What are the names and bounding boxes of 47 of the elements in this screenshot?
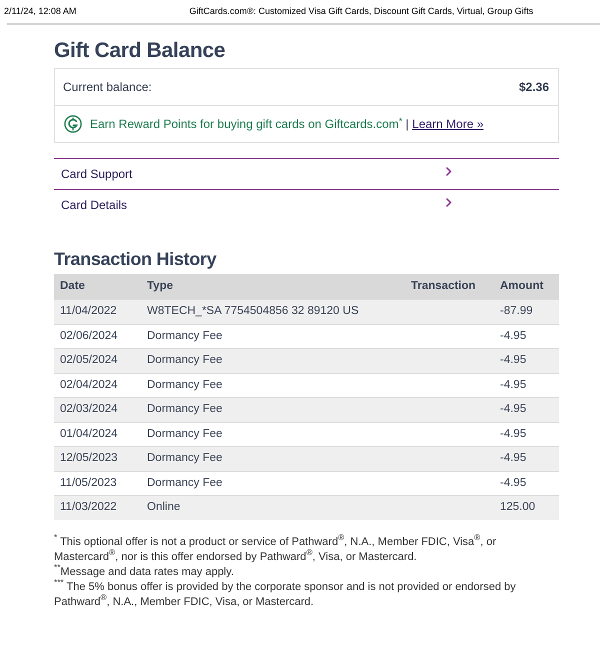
chevron-right-icon: [446, 166, 452, 176]
table-cell-text: -4.95: [500, 328, 526, 344]
table-cell-text: Dormancy Fee: [147, 378, 222, 393]
table-cell-text: 125.00: [500, 500, 536, 516]
table-cell-text: 11/03/2022: [60, 500, 117, 516]
table-cell-text: -87.99: [500, 304, 533, 320]
table-cell-text: Dormancy Fee: [147, 426, 222, 442]
table-cell-text: 12/05/2023: [60, 451, 118, 466]
reward-text: Earn Reward Points for buying gift cards on Giftcards.com$^{*}$ | Learn More »: [90, 115, 484, 133]
chevron-right-icon: [446, 198, 452, 206]
column-header: Amount: [500, 278, 544, 294]
column-header: Transaction: [411, 278, 476, 294]
table-cell-text: Dormancy Fee: [147, 328, 222, 344]
table-cell-text: 02/05/2024: [60, 353, 118, 368]
table-cell-text: 02/06/2024: [60, 328, 118, 344]
table-cell-text: -4.95: [500, 451, 526, 466]
table-cell-text: Dormancy Fee: [147, 353, 222, 368]
learn-more-link[interactable]: Learn More »: [412, 117, 484, 131]
balance-amount: $2.36: [518, 79, 549, 96]
table-cell-text: -4.95: [500, 378, 526, 393]
table-cell-text: Dormancy Fee: [147, 402, 222, 418]
section-heading: Transaction History: [54, 248, 216, 271]
table-cell-text: Dormancy Fee: [147, 476, 222, 491]
table-cell-text: -4.95: [500, 402, 526, 418]
table-cell-text: 11/04/2022: [60, 304, 117, 320]
column-header: Type: [147, 278, 173, 294]
print-page-title: GiftCards.com®: Customized Visa Gift Cards, Discount Gift Cards, Virtual, Group Gifts: [189, 4, 534, 18]
table-cell-text: Dormancy Fee: [147, 451, 222, 466]
table-cell-text: -4.95: [500, 353, 526, 368]
page-heading: Gift Card Balance: [54, 38, 226, 64]
table-cell-text: 11/05/2023: [60, 476, 117, 491]
table-cell-text: W8TECH_*SA 7754504856 32 89120 US: [147, 304, 359, 320]
expand-row[interactable]: Card Details: [54, 189, 559, 220]
reward-logo-icon: [64, 115, 82, 133]
table-cell-text: Online: [147, 500, 180, 516]
table-cell-text: -4.95: [500, 426, 526, 442]
footnote: $^{**}$Message and data rates may apply.: [54, 564, 235, 579]
table-cell-text: 01/04/2024: [60, 426, 118, 442]
footnote: $^{***}$ The 5% bonus offer is provided by the corporate sponsor and is not provided or endorsed by Pathward$^{®}$, N.A., Member FDIC, Visa, or Mastercard.: [54, 580, 517, 610]
table-cell-text: 02/03/2024: [60, 402, 118, 418]
balance-label: Current balance:: [63, 79, 152, 96]
table-cell-text: -4.95: [500, 476, 526, 491]
table-cell-text: 02/04/2024: [60, 378, 118, 393]
expand-row[interactable]: Card Support: [54, 158, 559, 189]
column-header: Date: [60, 278, 85, 294]
footnote: $^{*}$ This optional offer is not a product or service of Pathward$^{®}$, N.A., Member FDIC, Visa$^{®}$, or Mastercard$^{®}$, nor is this offer endorsed by Pathward$^{®}$, Visa, or Mastercard.: [54, 534, 498, 564]
print-date: 2/11/24, 12:08 AM: [4, 4, 76, 18]
